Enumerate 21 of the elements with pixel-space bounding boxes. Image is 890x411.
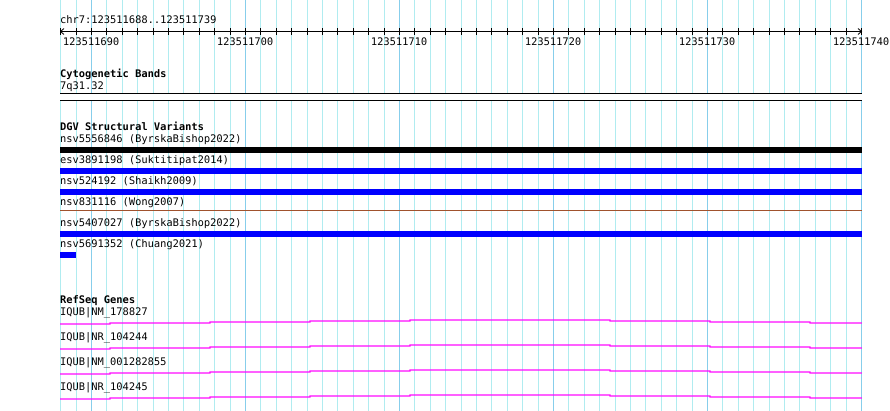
track-title: Cytogenetic Bands	[60, 68, 168, 80]
feature-label: nsv5556846 (ByrskaBishop2022)	[60, 133, 242, 146]
tick-label: 123511740	[832, 36, 890, 48]
tick-label: 123511720	[524, 36, 582, 48]
feature-label: esv3891198 (Suktitipat2014)	[60, 154, 230, 167]
band-label: 7q31.32	[60, 80, 105, 92]
feature-label: IQUB|NM_178827	[60, 306, 149, 318]
tick-label: 123511690	[62, 36, 120, 48]
tick-label: 123511700	[216, 36, 274, 48]
feature-label: nsv5691352 (Chuang2021)	[60, 238, 205, 251]
feature-label: IQUB|NM_001282855	[60, 356, 168, 368]
feature-label: IQUB|NR_104245	[60, 381, 149, 393]
feature-label: IQUB|NR_104244	[60, 331, 149, 343]
tick-label: 123511710	[370, 36, 428, 48]
feature-label: nsv831116 (Wong2007)	[60, 196, 186, 209]
location-label: chr7:123511688..123511739	[60, 14, 218, 26]
feature-label: nsv5407027 (ByrskaBishop2022)	[60, 217, 242, 230]
track-title: DGV Structural Variants	[60, 121, 205, 133]
track-title: RefSeq Genes	[60, 294, 136, 306]
tick-label: 123511730	[678, 36, 736, 48]
feature-label: nsv524192 (Shaikh2009)	[60, 175, 199, 188]
